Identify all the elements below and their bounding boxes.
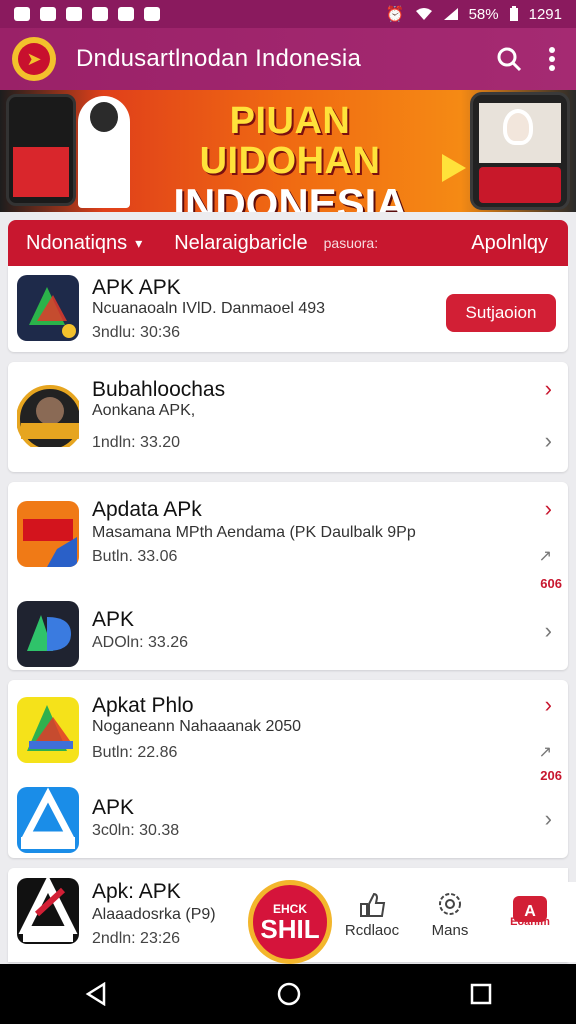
clock: 1291 xyxy=(528,5,562,23)
share-icon[interactable]: ↗ xyxy=(539,742,552,762)
calendar-notification-icon xyxy=(66,7,82,21)
back-icon[interactable] xyxy=(84,982,108,1006)
app-card: Apdata APk Masamana MPth Aendama (PK Dau… xyxy=(8,482,568,670)
floating-action-button[interactable]: EHCK SHIL xyxy=(248,880,332,964)
app-name: Apkat Phlo xyxy=(92,694,194,717)
battery-icon xyxy=(509,6,518,21)
list-item[interactable]: APK 3c0ln: 30.38 › xyxy=(8,778,568,868)
share-icon[interactable]: ↗ xyxy=(539,546,552,566)
n-notification-icon xyxy=(92,7,108,21)
app-name: APK xyxy=(92,796,135,819)
app-meta: Butln: 22.86 xyxy=(92,744,178,761)
phone-image-left xyxy=(6,94,76,206)
app-icon-apdata xyxy=(17,501,79,567)
nav-item-mans[interactable]: Mans xyxy=(410,890,490,939)
app-name: APK xyxy=(92,608,135,631)
app-meta: ADOln: 33.26 xyxy=(92,634,189,651)
promo-banner[interactable]: PIUAN UIDOHAN INDONESIA xyxy=(0,90,576,212)
chevron-right-icon[interactable]: › xyxy=(545,428,552,454)
app-icon-ad xyxy=(17,601,79,667)
app-card: Apkat Phlo Noganeann Nahaaanak 2050 Butl… xyxy=(8,680,568,858)
gear-icon xyxy=(439,893,461,915)
app-name: Apdata APk xyxy=(92,498,202,521)
notification-icons xyxy=(14,7,160,21)
app-bar: ➤ Dndusartlnodan Indonesia xyxy=(0,28,576,90)
app-desc: Masamana MPth Aendama (PK Daulbalk 9Pp xyxy=(92,524,416,541)
recents-icon[interactable] xyxy=(470,983,492,1005)
app-desc: Noganeann Nahaaanak 2050 xyxy=(92,718,302,735)
app-meta: 2ndln: 23:26 xyxy=(92,930,181,947)
app-desc: Ncuanaoaln IVlD. Danmaoel 493 xyxy=(92,300,326,317)
list-item[interactable]: Bubahloochas Aonkana APK, 1ndln: 33.20 ›… xyxy=(8,372,568,462)
app-card: APK APK Ncuanaoaln IVlD. Danmaoel 493 3n… xyxy=(8,266,568,352)
list-item[interactable]: Apdata APk Masamana MPth Aendama (PK Dau… xyxy=(8,492,568,591)
app-title: Dndusartlnodan Indonesia xyxy=(76,45,362,72)
app-logo[interactable]: ➤ xyxy=(12,37,56,81)
thumb-icon xyxy=(360,892,386,917)
app-icon-apkat xyxy=(17,697,79,763)
app-desc: Aonkana APK, xyxy=(92,402,196,419)
wifi-icon xyxy=(415,8,432,20)
app-icon-badge xyxy=(17,381,79,447)
nav-item-rcdlaoc[interactable]: Rcdlaoc xyxy=(332,890,412,939)
category-tabs: Ndonatiqns ▾ Nelaraigbaricle pasuora: Apo… xyxy=(8,220,568,266)
list-item[interactable]: APK ADOln: 33.26 › xyxy=(8,592,568,682)
banner-headline-line2: INDONESIA xyxy=(173,179,407,212)
banner-headline: PIUAN UIDOHAN INDONESIA xyxy=(140,100,440,212)
chevron-right-icon[interactable]: › xyxy=(545,496,552,522)
mail-notification-icon xyxy=(118,7,134,21)
app-notification-icon xyxy=(144,7,160,21)
app-desc: Alaaadosrka (P9) xyxy=(92,906,216,923)
count-badge: 606 xyxy=(540,576,562,591)
list-item[interactable]: Apkat Phlo Noganeann Nahaaanak 2050 Butl… xyxy=(8,688,568,783)
phone-image-right xyxy=(470,92,570,210)
banner-headline-line1: PIUAN UIDOHAN xyxy=(199,100,381,182)
person-image xyxy=(78,96,130,208)
chevron-down-icon: ▾ xyxy=(135,234,143,251)
app-meta: 3ndlu: 30:36 xyxy=(92,324,181,341)
more-options-icon[interactable] xyxy=(548,46,556,72)
tab-apolnlqy[interactable]: Apolnlqy xyxy=(471,232,548,255)
chevron-right-icon[interactable]: › xyxy=(545,692,552,718)
app-icon-apk-black xyxy=(17,878,79,944)
app-meta: 3c0ln: 30.38 xyxy=(92,822,180,839)
alarm-icon: ⏰ xyxy=(385,6,405,23)
chat-notification-icon xyxy=(14,7,30,21)
play-store-icon xyxy=(442,154,466,182)
status-bar: ⏰ 58% 1291 xyxy=(0,0,576,28)
tab-pasuora[interactable]: pasuora: xyxy=(324,235,378,251)
tab-donations[interactable]: Ndonatiqns ▾ xyxy=(26,232,142,255)
app-name: Apk: APK xyxy=(92,880,181,903)
chevron-right-icon[interactable]: › xyxy=(545,618,552,644)
list-item[interactable]: APK APK Ncuanaoaln IVlD. Danmaoel 493 3n… xyxy=(8,266,568,356)
tab-nelaraig[interactable]: Nelaraigbaricle xyxy=(174,232,307,255)
chevron-right-icon[interactable]: › xyxy=(545,376,552,402)
search-icon[interactable] xyxy=(496,46,522,72)
app-meta: Butln. 33.06 xyxy=(92,548,178,565)
arrow-logo-icon: ➤ xyxy=(18,43,50,75)
app-icon-appstore xyxy=(17,787,79,853)
system-navigation-bar xyxy=(0,964,576,1024)
signal-icon xyxy=(443,8,458,20)
bottom-nav: Rcdlaoc Mans A Eoanim xyxy=(340,882,576,962)
home-icon[interactable] xyxy=(276,981,302,1007)
app-name: Bubahloochas xyxy=(92,378,226,401)
app-card: Bubahloochas Aonkana APK, 1ndln: 33.20 ›… xyxy=(8,362,568,472)
app-meta: 1ndln: 33.20 xyxy=(92,434,181,451)
install-button[interactable]: Sutjaoion xyxy=(446,294,556,332)
battery-percent: 58% xyxy=(468,5,499,23)
app-name: APK APK xyxy=(92,276,181,299)
chevron-right-icon[interactable]: › xyxy=(545,806,552,832)
nav-item-eoanim[interactable]: A Eoanim xyxy=(490,890,570,928)
messenger-notification-icon xyxy=(40,7,56,21)
app-icon-apk xyxy=(17,275,79,341)
